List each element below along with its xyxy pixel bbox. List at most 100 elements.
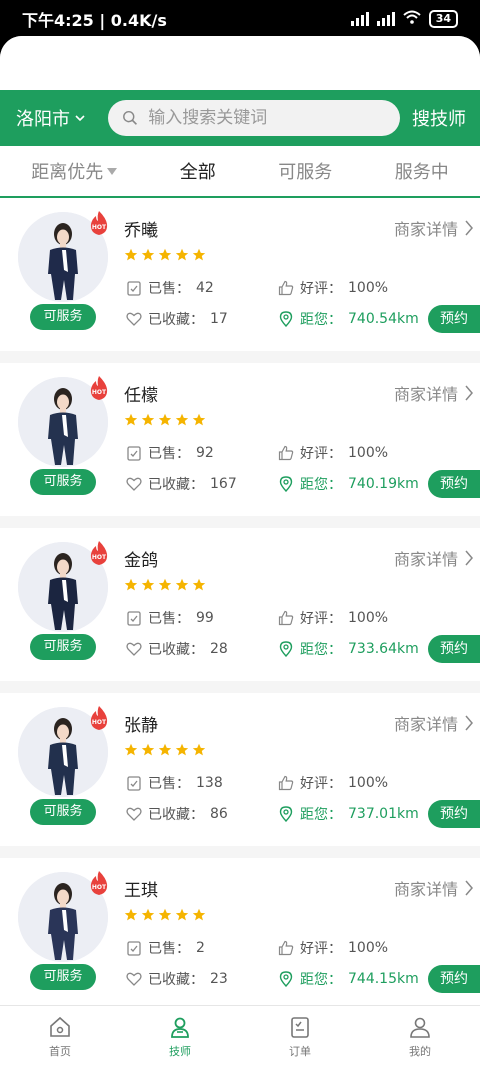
chevron-right-icon <box>465 385 473 401</box>
star-icon <box>175 578 189 591</box>
star-icon <box>158 413 172 426</box>
location-pin-icon <box>279 311 293 327</box>
tab-home[interactable]: 首页 <box>0 1006 120 1067</box>
technician-name: 王琪 <box>124 881 158 901</box>
signal-icon-2 <box>376 12 395 26</box>
merchant-detail-link[interactable]: 商家详情 <box>394 216 474 240</box>
star-icon <box>175 413 189 426</box>
chevron-right-icon <box>465 715 473 731</box>
book-button[interactable]: 预约 <box>428 965 480 993</box>
sold-prefix: 已售： <box>148 281 190 297</box>
technician-avatar[interactable]: HOT <box>18 541 108 632</box>
merchant-detail-link[interactable]: 商家详情 <box>394 546 474 570</box>
search-button[interactable]: 搜技师 <box>412 105 466 131</box>
merchant-detail-link[interactable]: 商家详情 <box>394 381 474 405</box>
sold-prefix: 已售： <box>148 611 190 627</box>
tab-order[interactable]: 订单 <box>240 1006 360 1067</box>
technician-avatar[interactable]: HOT <box>18 376 108 467</box>
tab-profile[interactable]: 我的 <box>360 1006 480 1067</box>
profile-icon <box>410 1017 430 1038</box>
book-button[interactable]: 预约 <box>428 470 480 498</box>
favorite-count: 已收藏： 86 <box>126 804 228 824</box>
rating-value: 100% <box>348 775 389 791</box>
star-icon <box>158 908 172 921</box>
filter-in-service[interactable]: 服务中 <box>395 158 449 184</box>
technician-card[interactable]: HOT 可服务 张静 商家详情 已售： 138 已收藏： 86 好评： 100% 距您： 737.01… <box>0 693 480 858</box>
hot-badge-text: HOT <box>92 884 107 891</box>
location-pin-icon <box>279 806 293 822</box>
hot-badge-icon: HOT <box>90 541 108 565</box>
city-selector[interactable]: 洛阳市 <box>16 105 108 131</box>
clipboard-check-icon <box>127 281 141 296</box>
technician-icon <box>171 1017 189 1038</box>
technician-avatar[interactable]: HOT <box>18 211 108 302</box>
sold-value: 2 <box>196 940 205 956</box>
heart-icon <box>126 807 142 821</box>
filter-available[interactable]: 可服务 <box>278 158 332 184</box>
status-icons: 34 <box>350 10 458 28</box>
chevron-right-icon <box>465 220 473 236</box>
hot-badge-icon: HOT <box>90 211 108 235</box>
merchant-detail-link[interactable]: 商家详情 <box>394 711 474 735</box>
thumbs-up-icon <box>278 940 294 956</box>
star-icon <box>141 908 155 921</box>
dist-prefix: 距您： <box>300 642 342 658</box>
favorite-count: 已收藏： 17 <box>126 309 228 329</box>
merchant-detail-label: 商家详情 <box>393 385 458 404</box>
star-icon <box>158 248 172 261</box>
app-screen: 洛阳市 搜技师 距离优先 全部 可服务 服务中 HOT可服务乔曦商家详情已售：4… <box>0 36 480 1067</box>
dist-value: 740.19km <box>348 476 419 492</box>
fav-prefix: 已收藏： <box>148 972 204 988</box>
status-badge: 可服务 <box>30 964 96 990</box>
technician-avatar[interactable]: HOT <box>18 871 108 962</box>
clipboard-check-icon <box>127 446 141 461</box>
dist-prefix: 距您： <box>300 312 342 328</box>
status-time: 下午4:25 | 0.4K/s <box>22 11 167 30</box>
book-button[interactable]: 预约 <box>428 800 480 828</box>
search-input[interactable] <box>148 108 386 128</box>
fav-prefix: 已收藏： <box>148 642 204 658</box>
order-icon <box>291 1016 309 1038</box>
technician-name: 乔曦 <box>124 221 158 241</box>
filter-available-label: 可服务 <box>278 162 333 183</box>
technician-avatar[interactable]: HOT <box>18 706 108 797</box>
filter-all[interactable]: 全部 <box>180 158 216 184</box>
technician-card[interactable]: HOT 可服务 乔曦 商家详情 已售： 42 已收藏： 17 好评： 100% 距您： 740.54k… <box>0 198 480 363</box>
hot-badge-text: HOT <box>92 224 107 231</box>
dist-prefix: 距您： <box>300 807 342 823</box>
star-icon <box>124 413 138 426</box>
technician-card[interactable]: HOT 可服务 任檬 商家详情 已售： 92 已收藏： 167 好评： 100% 距您： 740.19… <box>0 363 480 528</box>
rating-prefix: 好评： <box>300 446 342 462</box>
fav-prefix: 已收藏： <box>148 312 204 328</box>
dist-value: 744.15km <box>348 971 419 987</box>
good-rating: 好评： 100% <box>278 443 388 463</box>
book-button[interactable]: 预约 <box>428 635 480 663</box>
sold-count: 已售： 42 <box>126 278 214 298</box>
sold-value: 138 <box>196 775 223 791</box>
star-icon <box>158 578 172 591</box>
technician-card[interactable]: HOT 可服务 金鸽 商家详情 已售： 99 已收藏： 28 好评： 100% 距您： 733.64k… <box>0 528 480 693</box>
hot-badge-icon: HOT <box>90 871 108 895</box>
filter-distance[interactable]: 距离优先 <box>31 158 118 184</box>
filter-tabs: 距离优先 全部 可服务 服务中 <box>0 146 480 198</box>
tab-technician[interactable]: 技师 <box>120 1006 240 1067</box>
merchant-detail-label: 商家详情 <box>393 220 458 239</box>
rating-value: 100% <box>348 280 389 296</box>
merchant-detail-link[interactable]: 商家详情 <box>394 876 474 900</box>
battery-indicator: 34 <box>428 10 458 28</box>
sold-count: 已售： 92 <box>126 443 214 463</box>
star-icon <box>124 908 138 921</box>
status-badge: 可服务 <box>30 634 96 660</box>
sold-prefix: 已售： <box>148 941 190 957</box>
star-icon <box>192 413 206 426</box>
tab-profile-label: 我的 <box>409 1044 431 1058</box>
book-button[interactable]: 预约 <box>428 305 480 333</box>
fav-value: 167 <box>210 476 237 492</box>
clipboard-check-icon <box>127 611 141 626</box>
sold-count: 已售： 138 <box>126 773 223 793</box>
sold-prefix: 已售： <box>148 446 190 462</box>
star-icon <box>175 908 189 921</box>
signal-icon <box>350 12 369 26</box>
technician-name: 张静 <box>124 716 158 736</box>
technician-card[interactable]: HOT 可服务 王琪 商家详情 已售： 2 已收藏： 23 好评： 100% 距您： 744.15km… <box>0 858 480 1023</box>
